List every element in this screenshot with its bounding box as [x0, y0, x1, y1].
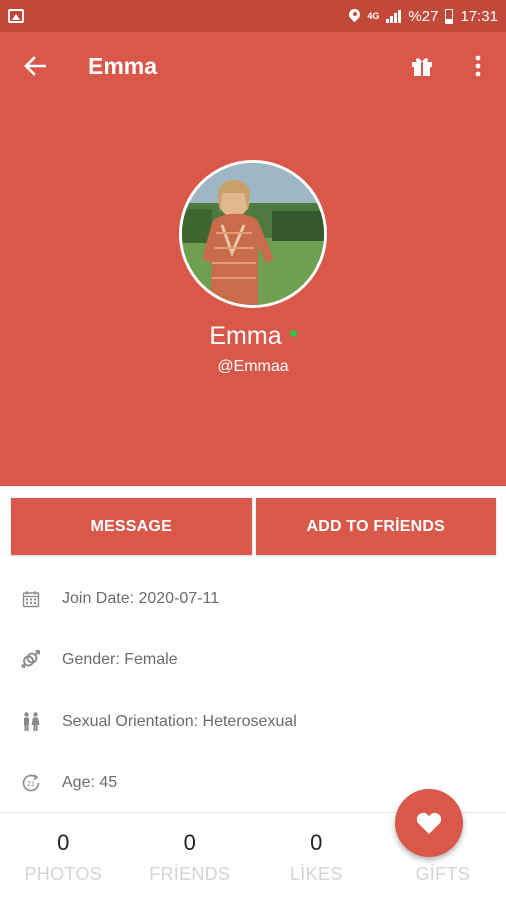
photos-count: 0	[57, 830, 70, 855]
action-buttons: MESSAGE ADD TO FRİENDS	[11, 498, 496, 555]
profile-name-text: Emma	[209, 322, 282, 350]
signal-icon	[386, 9, 402, 23]
profile-header: Emma @Emmaa	[0, 100, 506, 486]
orientation-text: Sexual Orientation: Heterosexual	[62, 712, 297, 730]
battery-percent: %27	[408, 7, 439, 25]
info-gender: Gender: Female	[0, 630, 506, 692]
couple-icon	[24, 712, 40, 731]
network-type: 4G	[367, 10, 380, 21]
status-bar: 4G %27 17:31	[0, 0, 506, 32]
location-icon	[349, 9, 360, 23]
like-button[interactable]	[395, 789, 463, 857]
gift-button[interactable]	[394, 32, 450, 100]
stat-friends[interactable]: 0 FRİENDS	[127, 813, 254, 900]
clock: 17:31	[460, 7, 498, 25]
likes-count: 0	[310, 830, 323, 855]
more-vert-icon	[475, 55, 481, 77]
friends-count: 0	[183, 830, 196, 855]
back-button[interactable]	[0, 32, 70, 100]
image-notification-icon	[8, 9, 24, 23]
avatar[interactable]	[179, 160, 327, 308]
profile-name: Emma	[0, 322, 506, 351]
more-options-button[interactable]	[450, 32, 506, 100]
app-bar: Emma	[0, 32, 506, 100]
friends-label: FRİENDS	[149, 864, 231, 884]
age-icon: 21	[22, 774, 40, 792]
page-title: Emma	[88, 52, 158, 79]
info-orientation: Sexual Orientation: Heterosexual	[0, 691, 506, 753]
gender-icon	[21, 650, 40, 669]
profile-username: @Emmaa	[217, 358, 289, 375]
heart-icon	[416, 812, 442, 834]
arrow-back-icon	[24, 56, 46, 76]
likes-label: LİKES	[289, 864, 343, 884]
info-join-date: Join Date: 2020-07-11	[0, 568, 506, 630]
photos-label: PHOTOS	[24, 864, 102, 884]
profile-info-list: Join Date: 2020-07-11 Gender: Female Sex…	[0, 568, 506, 814]
online-status-dot	[289, 329, 297, 337]
add-friend-button[interactable]: ADD TO FRİENDS	[255, 498, 496, 555]
message-button[interactable]: MESSAGE	[11, 498, 252, 555]
join-date-text: Join Date: 2020-07-11	[62, 589, 220, 607]
stat-likes[interactable]: 0 LİKES	[253, 813, 380, 900]
battery-icon	[445, 8, 454, 24]
stat-photos[interactable]: 0 PHOTOS	[0, 813, 127, 900]
calendar-icon	[22, 590, 40, 607]
svg-text:21: 21	[27, 781, 35, 788]
age-text: Age: 45	[62, 774, 118, 792]
profile-photo	[182, 163, 324, 305]
gender-text: Gender: Female	[62, 651, 178, 669]
gift-icon	[412, 58, 432, 76]
gifts-label: GİFTS	[415, 864, 470, 884]
